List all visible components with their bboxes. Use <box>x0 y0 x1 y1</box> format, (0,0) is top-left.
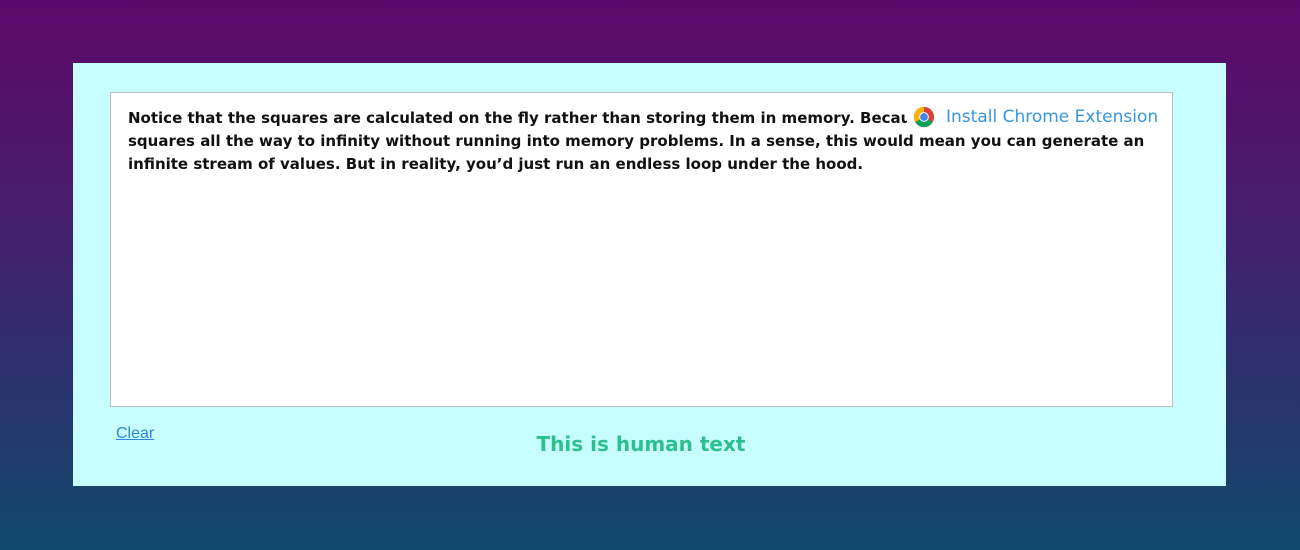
detector-panel: Notice that the squares are calculated o… <box>73 63 1226 486</box>
chrome-icon <box>913 106 935 128</box>
text-input-area[interactable]: Notice that the squares are calculated o… <box>110 92 1173 407</box>
install-chrome-extension-button[interactable]: Install Chrome Extension <box>907 103 1165 131</box>
detection-result: This is human text <box>536 432 746 456</box>
install-chrome-extension-label: Install Chrome Extension <box>946 107 1159 127</box>
